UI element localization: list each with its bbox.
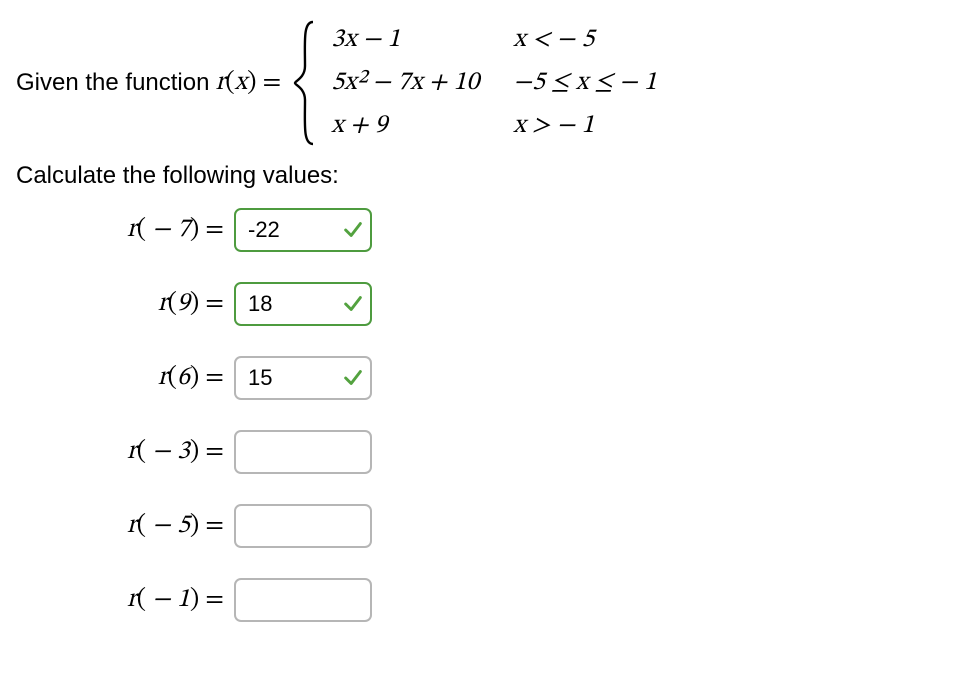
- case-cond: x > − 1: [513, 110, 657, 143]
- check-icon: [342, 367, 364, 389]
- answer-input[interactable]: [234, 430, 372, 474]
- answers-grid: r( − 7) = r(9) = r(6) = r( − 3) = r( − 5…: [36, 208, 940, 622]
- case-expr: x + 9: [331, 110, 479, 143]
- piecewise-brace: [291, 18, 321, 148]
- answer-input-wrap: [234, 282, 940, 326]
- piecewise-cases: 3x − 1 x < − 5 5x² − 7x + 10 −5 ≤ x ≤ − …: [331, 24, 657, 143]
- function-notation: r(x) =: [215, 67, 281, 100]
- answer-label: r( − 1) =: [36, 584, 234, 617]
- answer-label: r( − 5) =: [36, 510, 234, 543]
- answer-input-wrap: [234, 578, 940, 622]
- answer-label: r( − 3) =: [36, 436, 234, 469]
- function-variable: x: [235, 70, 247, 96]
- check-icon: [342, 293, 364, 315]
- case-cond: x < − 5: [513, 24, 657, 57]
- function-name: r: [215, 70, 225, 96]
- answer-input-wrap: [234, 356, 940, 400]
- answer-input-wrap: [234, 430, 940, 474]
- prompt-prefix: Given the function: [16, 69, 209, 97]
- answer-label: r(6) =: [36, 362, 234, 395]
- answer-input[interactable]: [234, 504, 372, 548]
- answer-input[interactable]: [234, 578, 372, 622]
- case-expr: 5x² − 7x + 10: [331, 67, 479, 100]
- case-expr: 3x − 1: [331, 24, 479, 57]
- left-brace-icon: [291, 18, 321, 148]
- instruction-text: Calculate the following values:: [16, 162, 940, 190]
- answer-input-wrap: [234, 504, 940, 548]
- equals-sign: =: [263, 70, 282, 96]
- case-cond: −5 ≤ x ≤ − 1: [513, 67, 657, 100]
- function-definition-row: Given the function r(x) = 3x − 1 x < − 5…: [16, 18, 940, 148]
- answer-label: r(9) =: [36, 288, 234, 321]
- check-icon: [342, 219, 364, 241]
- answer-label: r( − 7) =: [36, 214, 234, 247]
- answer-input-wrap: [234, 208, 940, 252]
